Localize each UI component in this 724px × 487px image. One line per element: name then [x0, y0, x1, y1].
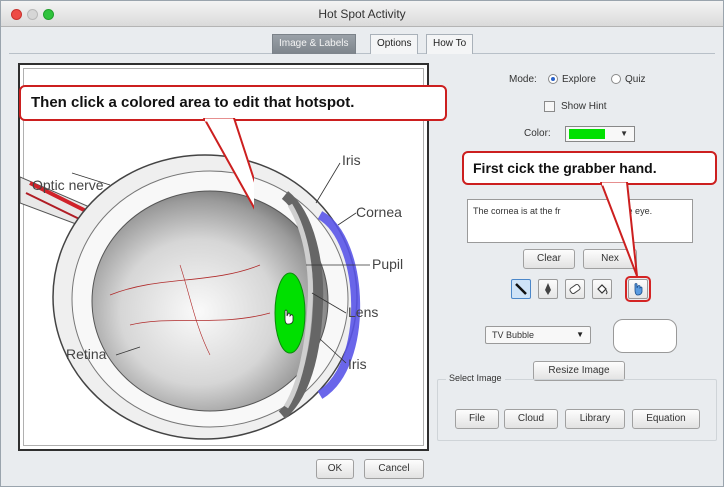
cancel-button[interactable]: Cancel	[364, 459, 424, 479]
mode-explore-radio[interactable]	[548, 74, 558, 84]
hot-spot-activity-window: Hot Spot Activity Image & Labels Options…	[0, 0, 724, 487]
label-retina: Retina	[66, 346, 107, 362]
dialog-footer: OK Cancel	[1, 451, 723, 487]
library-button[interactable]: Library	[565, 409, 625, 429]
eraser-tool-button[interactable]	[565, 279, 585, 299]
chevron-down-icon: ▼	[576, 330, 584, 339]
fill-bucket-icon	[597, 284, 608, 295]
file-button[interactable]: File	[455, 409, 499, 429]
label-pupil: Pupil	[372, 256, 403, 272]
show-hint-checkbox[interactable]	[544, 101, 555, 112]
grabber-hand-icon	[634, 283, 643, 296]
line-tool-button[interactable]	[511, 279, 531, 299]
color-picker[interactable]: ▼	[565, 126, 635, 142]
mode-quiz-radio[interactable]	[611, 74, 621, 84]
callout-pointer	[599, 182, 638, 277]
equation-button[interactable]: Equation	[632, 409, 700, 429]
line-icon	[515, 283, 527, 295]
hint-text-area[interactable]: The cornea is at the fr he eye.	[467, 199, 693, 243]
color-swatch	[569, 129, 605, 139]
bubble-style-select[interactable]: TV Bubble ▼	[485, 326, 591, 344]
resize-image-button[interactable]: Resize Image	[533, 361, 625, 381]
tab-strip: Image & Labels Options How To	[9, 34, 715, 54]
label-optic-nerve: Optic nerve	[32, 177, 104, 193]
select-image-group: Select Image File Cloud Library Equation	[437, 373, 717, 441]
mode-label: Mode:	[509, 74, 537, 85]
chevron-down-icon: ▼	[620, 129, 628, 138]
window-title: Hot Spot Activity	[318, 7, 406, 21]
pen-icon	[545, 283, 551, 295]
bubble-preview	[613, 319, 677, 353]
tab-image-and-labels[interactable]: Image & Labels	[272, 34, 356, 54]
label-cornea: Cornea	[356, 204, 402, 220]
show-hint-label[interactable]: Show Hint	[561, 101, 607, 112]
grabber-hand-callout: First cick the grabber hand.	[462, 151, 717, 185]
mode-quiz-label[interactable]: Quiz	[625, 74, 646, 85]
pen-tool-button[interactable]	[538, 279, 558, 299]
callout-pointer	[202, 118, 254, 210]
title-bar: Hot Spot Activity	[1, 1, 723, 27]
controls-panel: Mode: Explore Quiz Show Hint Color: ▼ Th…	[437, 63, 717, 443]
clear-button[interactable]: Clear	[523, 249, 575, 269]
grabber-hand-tool-button[interactable]	[625, 276, 651, 302]
label-iris-bottom: Iris	[348, 356, 367, 372]
ok-button[interactable]: OK	[316, 459, 354, 479]
select-image-legend: Select Image	[446, 373, 505, 383]
tab-options[interactable]: Options	[370, 34, 419, 54]
color-label: Color:	[524, 128, 551, 139]
label-lens: Lens	[348, 304, 378, 320]
edit-hotspot-callout: Then click a colored area to edit that h…	[19, 85, 447, 121]
cloud-button[interactable]: Cloud	[504, 409, 558, 429]
mode-explore-label[interactable]: Explore	[562, 74, 596, 85]
label-iris-top: Iris	[342, 152, 361, 168]
fill-bucket-tool-button[interactable]	[592, 279, 612, 299]
tab-how-to[interactable]: How To	[426, 34, 474, 54]
eraser-icon	[569, 283, 581, 295]
